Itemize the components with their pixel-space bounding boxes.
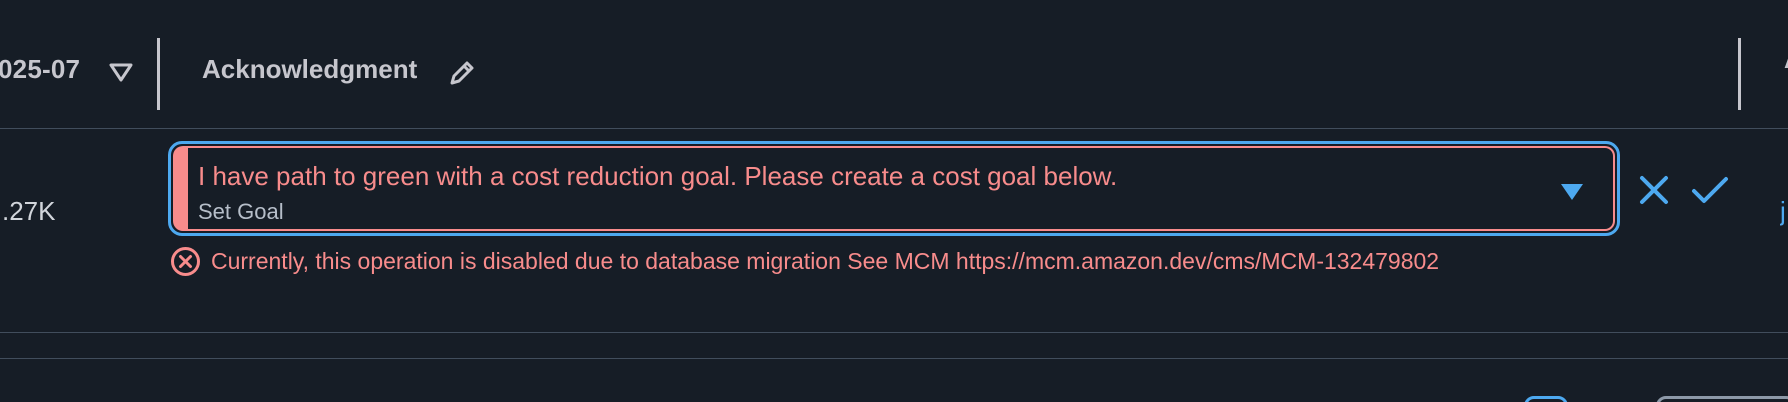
column-header-date[interactable]: 025-07 [0, 54, 80, 85]
acknowledgment-selected-value: I have path to green with a cost reducti… [198, 161, 1118, 191]
partial-control[interactable] [1524, 396, 1568, 402]
header-divider [0, 128, 1788, 129]
chevron-down-icon[interactable] [1559, 182, 1585, 202]
cell-value: .27K [2, 196, 56, 226]
row-divider [0, 332, 1788, 333]
sort-caret-down-icon[interactable] [108, 62, 134, 84]
check-icon[interactable] [1690, 172, 1730, 208]
column-header-acknowledgment: Acknowledgment [202, 54, 418, 84]
column-resizer[interactable] [1738, 38, 1741, 110]
cell-link[interactable]: j [1780, 196, 1788, 227]
column-header-next: A [1784, 44, 1788, 100]
row-divider [0, 358, 1788, 359]
column-resizer[interactable] [157, 38, 160, 110]
close-icon[interactable] [1636, 172, 1672, 208]
table-view: 025-07 Acknowledgment A .27K I have path… [0, 0, 1788, 402]
acknowledgment-secondary-label: Set Goal [198, 199, 284, 224]
error-text: Currently, this operation is disabled du… [211, 247, 1440, 274]
acknowledgment-select[interactable]: I have path to green with a cost reducti… [168, 141, 1620, 236]
pencil-icon[interactable] [446, 57, 478, 89]
acknowledgment-select-box[interactable]: I have path to green with a cost reducti… [173, 146, 1615, 231]
error-message: Currently, this operation is disabled du… [170, 245, 1439, 277]
error-circle-x-icon [171, 246, 200, 276]
partial-control[interactable] [1656, 396, 1788, 402]
